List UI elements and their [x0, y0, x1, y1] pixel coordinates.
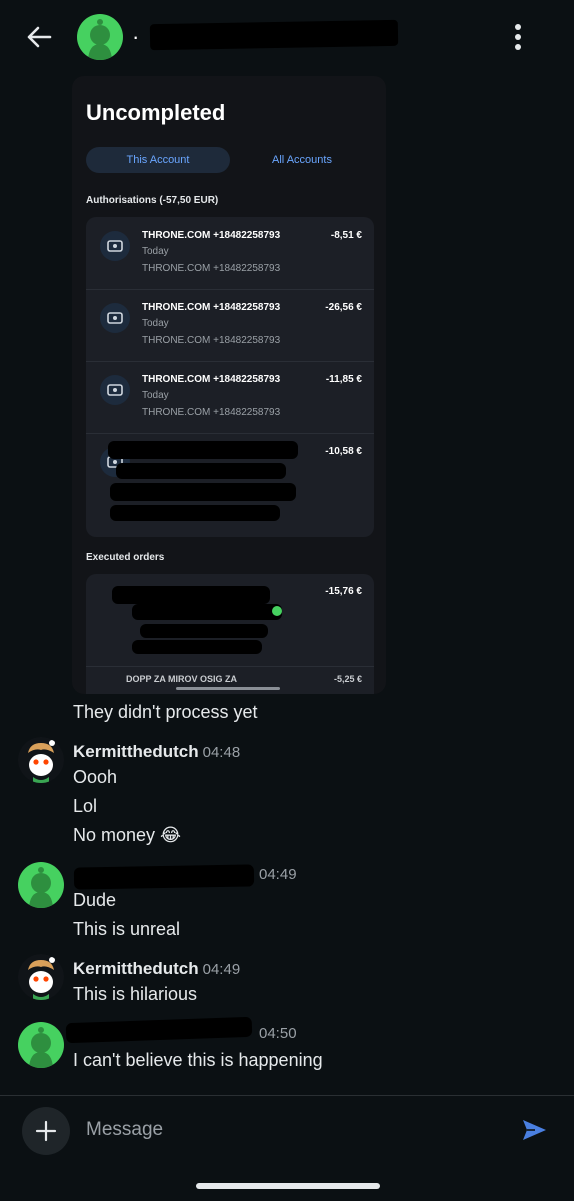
- user-avatar[interactable]: [18, 737, 64, 783]
- transaction-row: THRONE.COM +18482258793 -11,85 € Today T…: [86, 361, 374, 434]
- redaction-mark: [132, 604, 282, 620]
- message-time: 04:48: [202, 744, 241, 761]
- transaction-amount: -8,51 €: [330, 230, 362, 241]
- transaction-description: THRONE.COM +18482258793: [142, 263, 281, 274]
- transaction-amount: -15,76 €: [325, 586, 362, 597]
- user-avatar[interactable]: [18, 862, 64, 908]
- transaction-description: THRONE.COM +18482258793: [142, 407, 281, 418]
- plus-icon[interactable]: [22, 1107, 70, 1155]
- redaction-mark: [149, 19, 399, 51]
- shared-image[interactable]: Uncompleted This Account All Accounts Au…: [72, 76, 386, 694]
- card-icon: [100, 375, 130, 405]
- home-indicator: [176, 687, 280, 690]
- more-vertical-icon[interactable]: [506, 22, 530, 52]
- transaction-name: THRONE.COM +18482258793: [142, 374, 281, 385]
- redaction-mark: [132, 640, 262, 654]
- executed-orders-card: -15,76 € DOPP ZA MIROV OSIG ZA -5,25 €: [86, 574, 374, 694]
- redaction-mark: [112, 586, 270, 604]
- redaction-mark: [108, 441, 298, 459]
- user-avatar[interactable]: [18, 1022, 64, 1068]
- transaction-row: THRONE.COM +18482258793 -8,51 € Today TH…: [86, 217, 374, 290]
- contact-name[interactable]: ·: [132, 24, 139, 50]
- message-input[interactable]: Message: [86, 1119, 163, 1141]
- divider: [86, 666, 374, 667]
- transaction-description: THRONE.COM +18482258793: [142, 335, 281, 346]
- author-name[interactable]: Kermitthedutch: [73, 742, 199, 761]
- message-author: Kermitthedutch 04:49: [73, 959, 240, 979]
- message-text: Oooh: [73, 767, 118, 787]
- redaction-mark: [110, 483, 296, 501]
- message-text: Lol: [73, 796, 98, 816]
- screenshot-title: Uncompleted: [86, 100, 226, 125]
- transaction-day: Today: [142, 318, 169, 329]
- card-icon: [100, 231, 130, 261]
- author-name[interactable]: Kermitthedutch: [73, 959, 199, 978]
- card-icon: [100, 303, 130, 333]
- message-time: 04:50: [259, 1025, 297, 1042]
- tab-this-account: This Account: [86, 147, 230, 173]
- redaction-mark: [140, 624, 268, 638]
- transaction-amount: -5,25 €: [333, 674, 362, 684]
- message-time: 04:49: [259, 866, 297, 883]
- authorisations-heading: Authorisations (-57,50 EUR): [86, 195, 219, 206]
- transaction-amount: -10,58 €: [325, 446, 362, 457]
- message-time: 04:49: [202, 961, 241, 978]
- executed-orders-heading: Executed orders: [86, 552, 165, 563]
- message-text: No money 😂: [73, 825, 182, 845]
- redaction-mark: [116, 463, 286, 479]
- redaction-mark: [65, 1016, 253, 1044]
- home-indicator: [196, 1183, 380, 1189]
- transaction-amount: -11,85 €: [325, 374, 362, 385]
- message-text: This is unreal: [73, 919, 181, 939]
- transaction-name: THRONE.COM +18482258793: [142, 302, 281, 313]
- user-avatar[interactable]: [18, 954, 64, 1000]
- message-text: I can't believe this is happening: [73, 1050, 323, 1070]
- message-author: Kermitthedutch 04:48: [73, 742, 240, 762]
- contact-avatar[interactable]: [77, 14, 123, 60]
- arrow-left-icon[interactable]: [22, 20, 56, 54]
- send-icon[interactable]: [520, 1116, 548, 1144]
- transaction-name: THRONE.COM +18482258793: [142, 230, 281, 241]
- transaction-amount: -26,56 €: [325, 302, 362, 313]
- transaction-day: Today: [142, 246, 169, 257]
- message-text: They didn't process yet: [73, 702, 258, 722]
- transaction-name: DOPP ZA MIROV OSIG ZA: [126, 674, 238, 684]
- transaction-row: THRONE.COM +18482258793 -26,56 € Today T…: [86, 289, 374, 362]
- redaction-mark: [110, 505, 280, 521]
- redaction-mark: [73, 864, 255, 890]
- status-dot: [272, 606, 282, 616]
- message-text: Dude: [73, 890, 117, 910]
- message-text: This is hilarious: [73, 984, 198, 1004]
- transaction-day: Today: [142, 390, 169, 401]
- transaction-card: THRONE.COM +18482258793 -8,51 € Today TH…: [86, 217, 374, 537]
- tab-all-accounts: All Accounts: [272, 154, 332, 166]
- transaction-row: -10,58 €: [86, 433, 374, 537]
